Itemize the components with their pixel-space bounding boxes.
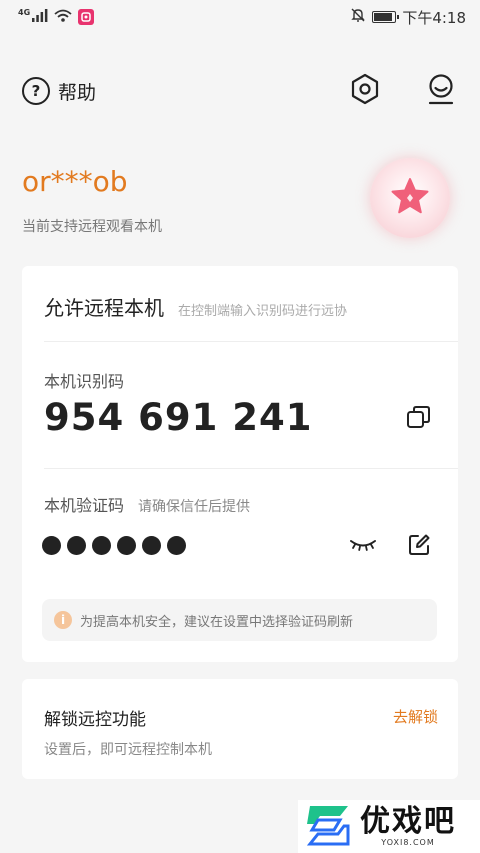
avatar[interactable] bbox=[370, 158, 450, 238]
remote-title: 允许远程本机 bbox=[44, 296, 164, 320]
show-code-button[interactable] bbox=[348, 534, 378, 558]
divider bbox=[44, 468, 458, 469]
account-name: or***ob bbox=[22, 165, 128, 198]
status-right: 下午4:18 bbox=[350, 7, 466, 28]
mask-dot bbox=[42, 536, 61, 555]
edit-icon bbox=[407, 533, 431, 561]
unlock-link[interactable]: 去解锁 bbox=[393, 706, 438, 727]
network-type: 4G bbox=[18, 7, 31, 17]
help-label: 帮助 bbox=[58, 81, 97, 104]
header: ? 帮助 bbox=[22, 70, 458, 112]
verify-hint: 请确保信任后提供 bbox=[138, 499, 251, 515]
security-tip: i 为提高本机安全，建议在设置中选择验证码刷新 bbox=[42, 599, 437, 641]
masked-verify-code bbox=[42, 536, 186, 555]
remote-access-card: 允许远程本机 在控制端输入识别码进行远协 本机识别码 954 691 241 本… bbox=[22, 266, 458, 662]
settings-icon bbox=[349, 73, 381, 109]
verify-label-row: 本机验证码 请确保信任后提供 bbox=[44, 492, 250, 516]
unlock-subtitle: 设置后，即可远程控制本机 bbox=[44, 742, 212, 758]
security-tip-text: 为提高本机安全，建议在设置中选择验证码刷新 bbox=[80, 614, 354, 630]
status-left: 4G bbox=[18, 7, 95, 26]
watermark-text: 优戏吧 YOXI8.COM bbox=[360, 804, 456, 848]
mask-dot bbox=[142, 536, 161, 555]
unlock-card: 解锁远控功能 去解锁 设置后，即可远程控制本机 bbox=[22, 679, 458, 779]
unlock-title: 解锁远控功能 bbox=[44, 710, 146, 730]
mask-dot bbox=[92, 536, 111, 555]
battery-fill bbox=[374, 13, 393, 21]
remote-hint: 在控制端输入识别码进行远协 bbox=[178, 304, 348, 319]
watermark-logo-icon bbox=[304, 802, 354, 852]
profile-button[interactable] bbox=[424, 74, 458, 108]
copy-button[interactable] bbox=[402, 402, 436, 436]
status-bar: 4G 下午4:18 bbox=[0, 0, 480, 34]
copy-icon bbox=[406, 404, 432, 434]
mask-dot bbox=[167, 536, 186, 555]
help-icon: ? bbox=[22, 77, 50, 105]
device-id-code: 954 691 241 bbox=[44, 396, 313, 439]
watermark: 优戏吧 YOXI8.COM bbox=[298, 800, 480, 853]
watermark-main: 优戏吧 bbox=[360, 804, 456, 839]
profile-icon bbox=[426, 73, 456, 109]
edit-code-button[interactable] bbox=[406, 534, 432, 560]
star-icon bbox=[390, 176, 430, 220]
remote-title-row: 允许远程本机 在控制端输入识别码进行远协 bbox=[44, 292, 347, 321]
mask-dot bbox=[67, 536, 86, 555]
account-subtitle: 当前支持远程观看本机 bbox=[22, 219, 162, 235]
divider bbox=[44, 341, 458, 342]
notification-app-icon bbox=[78, 9, 95, 25]
verify-code-label: 本机验证码 bbox=[44, 496, 125, 515]
mask-dot bbox=[117, 536, 136, 555]
clock: 下午4:18 bbox=[402, 8, 466, 27]
help-button[interactable]: ? 帮助 bbox=[22, 77, 96, 105]
settings-button[interactable] bbox=[348, 73, 382, 109]
header-actions bbox=[348, 73, 458, 109]
watermark-sub: YOXI8.COM bbox=[381, 838, 435, 847]
signal-icon bbox=[32, 8, 48, 26]
wifi-icon bbox=[54, 8, 72, 26]
info-icon: i bbox=[54, 611, 72, 629]
eye-closed-icon bbox=[349, 536, 377, 556]
mute-bell-icon bbox=[350, 7, 366, 27]
device-id-label: 本机识别码 bbox=[44, 372, 125, 391]
battery-icon bbox=[372, 11, 400, 23]
